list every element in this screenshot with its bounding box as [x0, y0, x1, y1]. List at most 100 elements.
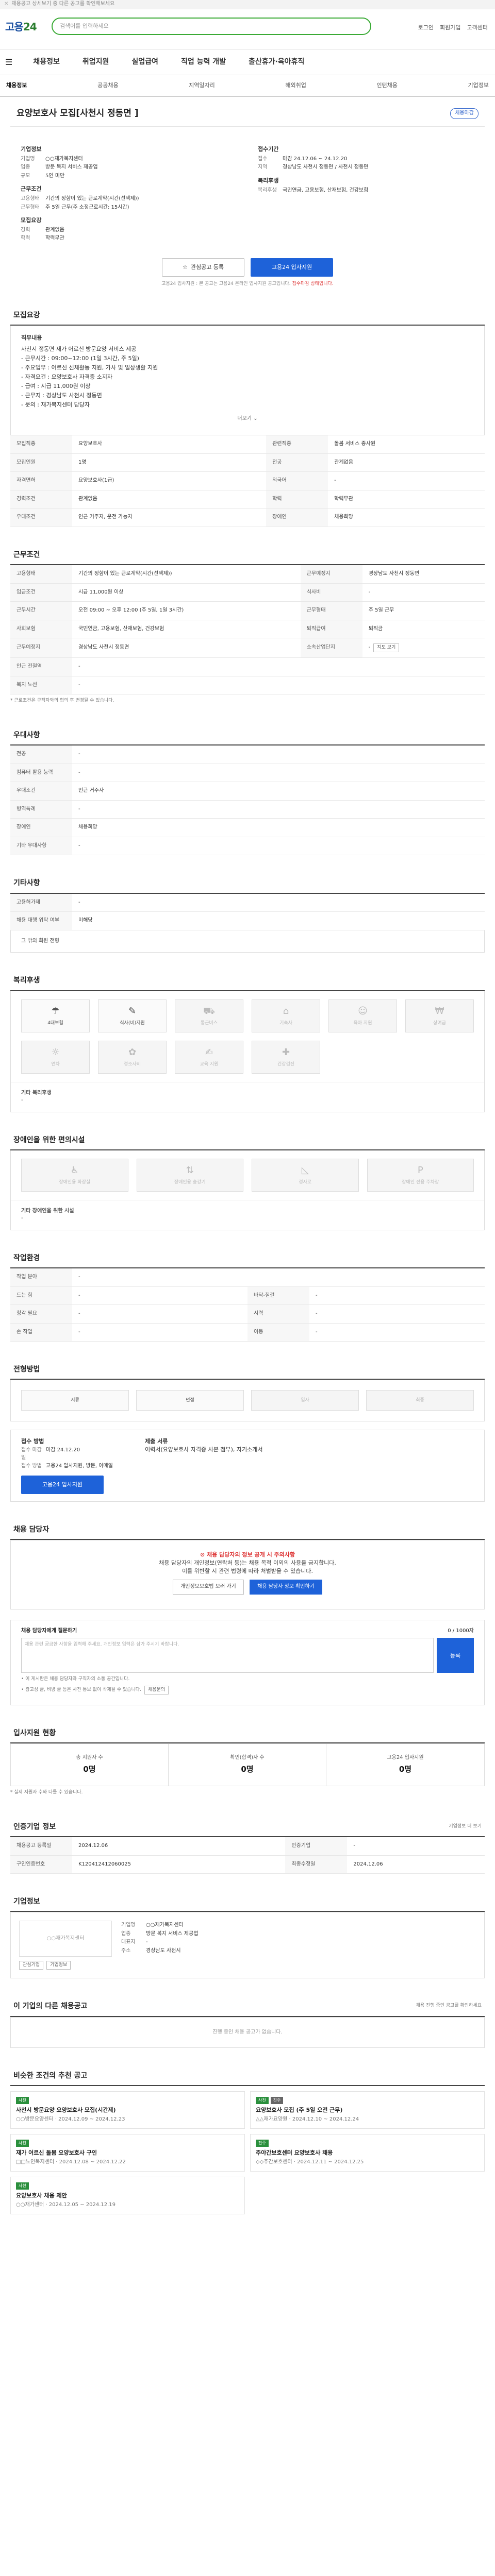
health-icon: ✚ 건강검진	[252, 1040, 320, 1074]
recommend-card[interactable]: 사천 요양보호사 채용 제안 ○○재가센터 · 2024.12.05 ~ 2024.…	[10, 2177, 245, 2215]
region-tag: 사천	[16, 2097, 29, 2105]
stat-item: 확인(합격)자 수 0명	[169, 1744, 326, 1786]
recommend-grid: 사천 사천시 방문요양 요양보호사 모집(시간제) ○○방문요양센터 · 2024.…	[10, 2091, 485, 2215]
recommend-meta: △△재가요양원 · 2024.12.10 ~ 2024.12.24	[256, 2116, 359, 2122]
recommend-title: 요양보호사 채용 제안	[16, 2192, 67, 2199]
company-more-link[interactable]: 기업정보 더 보기	[449, 1823, 482, 1830]
notice-text: 채용공고 상세보기 중 다른 공고를 확인해보세요	[11, 1, 115, 7]
qa-note: • 이 게시판은 채용 담당자와 구직자의 소통 공간입니다.	[21, 1676, 130, 1682]
qa-submit-button[interactable]: 등록	[437, 1638, 474, 1673]
status-badge: 채용마감	[450, 108, 478, 119]
recommend-meta: ◇◇주간보호센터 · 2024.12.11 ~ 2024.12.25	[256, 2159, 364, 2165]
stats-note: * 실제 지원자 수와 다를 수 있습니다.	[10, 1789, 83, 1795]
table-row: 채용 대행 위탁 여부 미해당	[10, 911, 485, 930]
site-logo[interactable]: 고용24	[5, 20, 37, 35]
table-row: 채용공고 등록일 2024.12.06 인증기업 -	[10, 1837, 485, 1856]
docs-text: 이력서(요양보호사 자격증 사본 첨부), 자기소개서	[145, 1446, 263, 1453]
subnav-jobs[interactable]: 채용정보	[6, 81, 27, 90]
process-step: 입사	[251, 1390, 359, 1411]
table-row: 모집직종 요양보호사 관련직종 돌봄 서비스 종사원	[10, 435, 485, 454]
desc-line: - 근무지 : 경상남도 사천시 정동면	[21, 392, 102, 399]
table-row: 모집인원 1명 전공 관계없음	[10, 453, 485, 472]
more-button[interactable]: 더보기 ⌄	[21, 410, 474, 428]
nav-training[interactable]: 직업 능력 개발	[181, 57, 226, 67]
bonus-icon: ₩ 상여금	[405, 999, 474, 1032]
scrap-button[interactable]: ☆ 관심공고 등록	[162, 258, 244, 277]
section-title-env: 작업환경	[10, 1246, 485, 1269]
table-row: 청각 필요 - 시력 -	[10, 1304, 485, 1324]
table-row: 우대조건 인근 거주자, 운전 가능자 장애인 채용희망	[10, 508, 485, 527]
desc-line: - 문의 : 재가복지센터 담당자	[21, 401, 90, 408]
table-row: 장애인 채용희망	[10, 818, 485, 837]
extra-sub: 그 밖의 회원 전형	[10, 930, 485, 953]
region-tag: 진주	[256, 2140, 269, 2147]
process-step: 서류	[21, 1390, 129, 1411]
recommend-card[interactable]: 사천 사천시 방문요양 요양보호사 모집(시간제) ○○방문요양센터 · 2024.…	[10, 2091, 245, 2129]
kv-key: 접수	[258, 156, 268, 162]
top-notice-strip: ✕ 채용공고 상세보기 중 다른 공고를 확인해보세요	[0, 0, 495, 9]
kv-key: 규모	[21, 173, 30, 179]
recommend-card[interactable]: 진주 주야간보호센터 요양보호사 채용 ◇◇주간보호센터 · 2024.12.11 …	[250, 2134, 485, 2172]
login-link[interactable]: 로그인	[418, 24, 434, 32]
recommend-card[interactable]: 사천 진주 요양보호사 모집 (주 5일 오전 근무) △△재가요양원 · 2024.…	[250, 2091, 485, 2129]
fav-company-button[interactable]: 관심기업	[19, 1961, 44, 1970]
table-row: 전공 -	[10, 745, 485, 764]
welfare-icon-grid: ☂ 4대보험 ✎ 식사(비)지원 ⛟ 통근버스 ⌂ 기숙사 ☺ 육아 지원 ₩ 상여금 ☼ 연차 ✿ 경조사비…	[11, 991, 484, 1082]
manager-box: ⊘ 채용 담당자의 정보 공개 시 주의사항 채용 담당자의 개인정보(연락처 …	[10, 1540, 485, 1609]
table-row: 고용형태 기간의 정함이 있는 근로계약(시간(선택제)) 근무예정지 경상남도 사천…	[10, 565, 485, 584]
qa-title: 채용 담당자에게 질문하기	[21, 1628, 77, 1634]
table-row: 인근 전철역 -	[10, 657, 485, 676]
kv-value: 마감 24.12.06 ~ 24.12.20	[283, 156, 348, 162]
subnav-public[interactable]: 공공채용	[97, 81, 118, 90]
qa-list-button[interactable]: 채용문의	[144, 1686, 169, 1695]
company-info-button[interactable]: 기업정보	[46, 1961, 71, 1970]
apply-button-2[interactable]: 고용24 입사지원	[21, 1475, 104, 1494]
extra-table: 고용허가제 - 채용 대행 위탁 여부 미해당	[10, 893, 485, 930]
nav-benefit[interactable]: 실업급여	[131, 57, 158, 67]
dorm-icon: ⌂ 기숙사	[252, 999, 320, 1032]
apply-button[interactable]: 고용24 입사지원	[251, 258, 333, 277]
desc-line: - 근무시간 : 09:00~12:00 (1일 3시간, 주 5일)	[21, 355, 139, 362]
subnav-intern[interactable]: 인턴채용	[376, 81, 397, 90]
menu-icon[interactable]: ☰	[5, 56, 12, 68]
subnav-overseas[interactable]: 해외취업	[285, 81, 306, 90]
recommend-meta: □□노인복지센터 · 2024.12.08 ~ 2024.12.22	[16, 2159, 126, 2165]
kv-key: 지역	[258, 164, 268, 171]
nav-leave[interactable]: 출산휴가·육아휴직	[249, 57, 304, 67]
table-row: 구인인증번호 K120412412060025 최종수정일 2024.12.06	[10, 1855, 485, 1874]
table-row: 근무예정지 경상남도 사천시 정동면 소속산업단지 - 지도 보기	[10, 638, 485, 658]
nav-support[interactable]: 취업지원	[82, 57, 109, 67]
nav-jobs[interactable]: 채용정보	[33, 57, 60, 67]
table-row: 병역특례 -	[10, 800, 485, 819]
table-row: 우대조건 인근 거주자	[10, 782, 485, 801]
recommend-card[interactable]: 사천 재가 어르신 돌봄 요양보호사 구인 □□노인복지센터 · 2024.12.0…	[10, 2134, 245, 2172]
search-input[interactable]: 검색어를 입력하세요	[52, 18, 371, 35]
section-title-stats: 입사지원 현황	[10, 1721, 485, 1744]
close-icon[interactable]: ✕	[4, 1, 8, 8]
job-desc-heading: 직무내용	[21, 334, 42, 342]
process-step: 최종	[366, 1390, 474, 1411]
privacy-law-button[interactable]: 개인정보보호법 보러 가기	[173, 1580, 244, 1595]
ramp-icon: ◺ 경사로	[252, 1158, 359, 1192]
subnav-local[interactable]: 지역일자리	[189, 81, 215, 90]
subnav-company[interactable]: 기업정보	[468, 81, 489, 90]
accessible-icon: ♿ 장애인용 화장실	[21, 1158, 128, 1192]
qa-textarea[interactable]: 채용 관련 궁금한 사항을 입력해 주세요. 개인정보 입력은 삼가 주시기 바…	[21, 1638, 434, 1673]
help-link[interactable]: 고객센터	[467, 24, 488, 32]
map-button[interactable]: 지도 보기	[373, 643, 400, 653]
company-logo: ○○재가복지센터	[19, 1921, 112, 1957]
section-title-others: 이 기업의 다른 채용공고 채용 진행 중인 공고를 확인하세요	[10, 1994, 485, 2017]
section-title-company: 기업정보	[10, 1889, 485, 1912]
benefit-table: 전공 - 컴퓨터 활용 능력 - 우대조건 인근 거주자 병역특례 - 장애인 채용희망 …	[10, 745, 485, 856]
recommend-title: 재가 어르신 돌봄 요양보호사 구인	[16, 2149, 97, 2156]
section-title-recruit: 모집요강	[10, 303, 485, 326]
table-row: 복지 노선 -	[10, 676, 485, 695]
section-title-extra: 기타사항	[10, 871, 485, 894]
stats-grid: 총 지원자 수 0명 확인(합격)자 수 0명 고용24 입사지원 0명	[10, 1743, 485, 1786]
summary-cond-heading: 근무조건	[21, 185, 42, 193]
manager-info-button[interactable]: 채용 담당자 정보 확인하기	[250, 1580, 322, 1595]
kv-value: ○○재가복지센터	[45, 156, 83, 162]
signup-link[interactable]: 회원가입	[440, 24, 460, 32]
summary-recruit-heading: 모집요강	[21, 217, 42, 224]
welfare-other: 기타 복리후생 -	[11, 1081, 484, 1112]
